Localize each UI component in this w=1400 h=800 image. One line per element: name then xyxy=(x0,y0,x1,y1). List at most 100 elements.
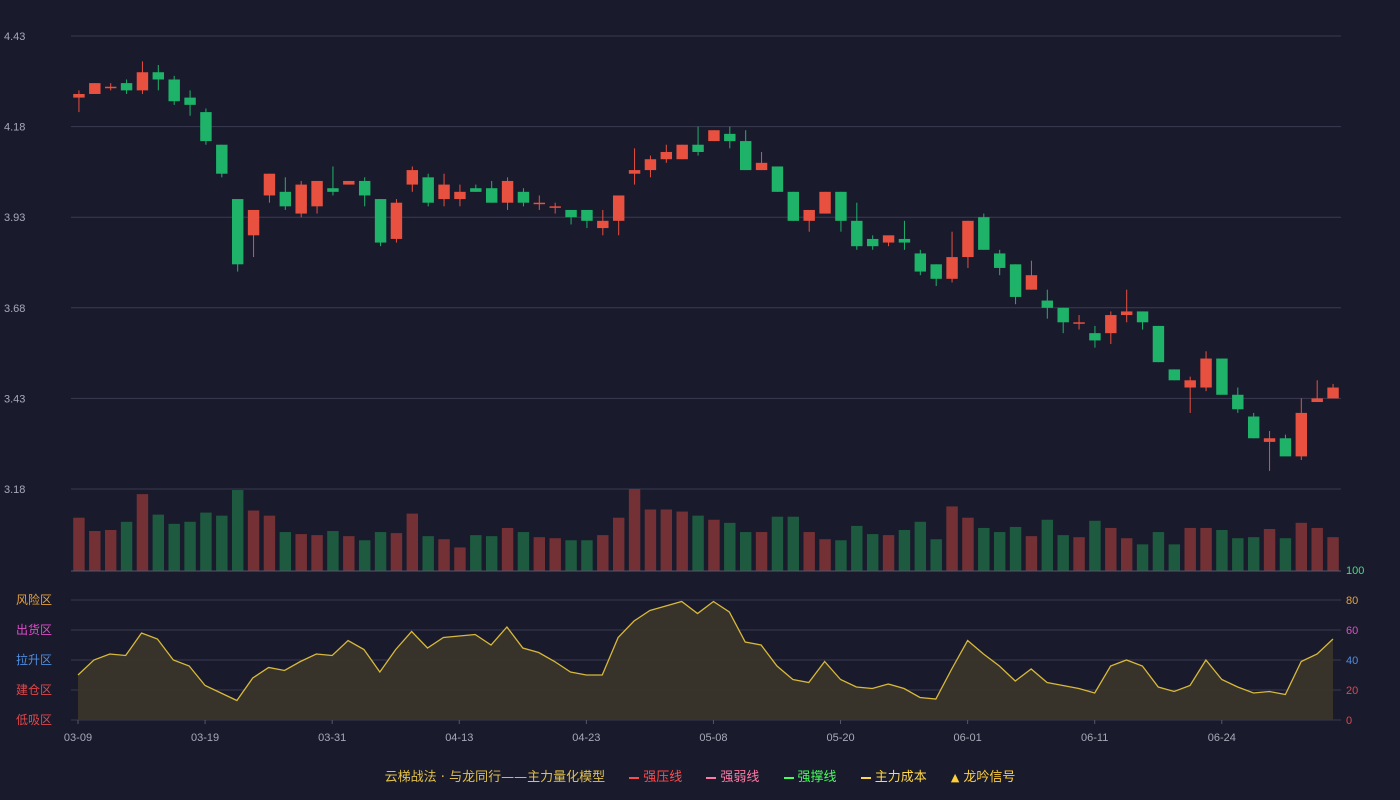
volume-bar xyxy=(581,540,593,571)
candle xyxy=(200,108,212,145)
volume-bar xyxy=(1327,537,1339,571)
volume-bar xyxy=(263,515,276,571)
candle-body xyxy=(866,238,879,247)
legend-item-dragon-signal[interactable]: ▲ 龙吟信号 xyxy=(951,766,1015,785)
red-line-icon xyxy=(629,776,640,779)
legend-item-strong-support[interactable]: 强撑线 xyxy=(783,766,837,785)
candle xyxy=(247,209,260,258)
candle xyxy=(1025,260,1038,290)
volume-bar xyxy=(644,509,657,571)
candle xyxy=(1311,380,1323,403)
candle-body xyxy=(581,209,593,221)
candle xyxy=(676,144,688,160)
candle xyxy=(120,79,133,94)
candle xyxy=(485,180,498,203)
volume-bar xyxy=(803,532,815,571)
candle-body xyxy=(739,141,752,171)
volume-bar xyxy=(676,511,688,571)
candle-body xyxy=(1232,394,1244,410)
candle-body xyxy=(247,209,260,236)
volume-bar xyxy=(1263,528,1276,571)
candle xyxy=(898,220,911,250)
candle-body xyxy=(644,159,657,171)
volume-bar xyxy=(1232,538,1244,571)
indicator-area xyxy=(77,600,1334,720)
candle-body xyxy=(533,202,546,205)
candle-body xyxy=(787,191,800,221)
legend-item-main-cost[interactable]: 主力成本 xyxy=(860,766,927,785)
candle xyxy=(565,209,577,225)
volume-bar xyxy=(946,506,958,571)
candle-body xyxy=(152,72,165,80)
candle xyxy=(835,191,847,232)
triangle-icon: ▲ xyxy=(950,771,960,784)
candle xyxy=(946,231,958,283)
volume-bar xyxy=(120,521,133,571)
candle-body xyxy=(628,170,641,174)
volume-bar xyxy=(628,489,641,571)
candle xyxy=(327,166,339,196)
price-tick-label: 3.68 xyxy=(4,303,25,315)
candle xyxy=(1263,431,1276,471)
volume-bar xyxy=(1025,536,1038,571)
volume-bar xyxy=(231,490,244,571)
volume-bar xyxy=(485,536,498,571)
candle-body xyxy=(343,180,355,185)
candle-body xyxy=(549,206,561,208)
candle xyxy=(104,83,117,91)
volume-bar xyxy=(851,525,863,571)
candle xyxy=(1168,369,1181,381)
indicator-tick-label: 20 xyxy=(1346,685,1358,697)
volume-bar xyxy=(374,532,387,571)
chart-legend: 云梯战法 · 与龙同行——主力量化模型 强压线 强弱线 强撑线 主力成本 ▲ 龙吟… xyxy=(0,766,1400,785)
volume-bar xyxy=(343,536,355,571)
candle xyxy=(1105,311,1117,345)
candle xyxy=(168,75,180,105)
volume-bar xyxy=(136,494,149,571)
candle xyxy=(993,249,1006,276)
candle xyxy=(660,144,673,163)
candle-body xyxy=(882,235,895,243)
candle xyxy=(1057,307,1069,334)
volume-bar xyxy=(1057,535,1069,571)
legend-item-strong-resistance[interactable]: 强压线 xyxy=(629,766,682,785)
volume-bar xyxy=(787,516,800,571)
candle-body xyxy=(279,191,292,207)
candle xyxy=(708,130,720,142)
pink-dash-icon xyxy=(706,776,717,779)
price-tick-label: 3.18 xyxy=(4,484,25,496)
volume-bar xyxy=(73,517,85,571)
volume-bar xyxy=(962,517,974,571)
candle xyxy=(787,191,800,221)
candle xyxy=(1247,412,1260,439)
candle xyxy=(73,90,85,113)
volume-bar xyxy=(1216,530,1228,571)
candle-body xyxy=(1025,275,1038,290)
volume-bar xyxy=(1184,527,1196,571)
legend-label: 强压线 xyxy=(643,770,683,785)
candle-body xyxy=(327,188,339,192)
legend-item-strength-line[interactable]: 强弱线 xyxy=(706,766,759,785)
candle-body xyxy=(517,191,530,203)
candle-body xyxy=(73,93,85,98)
volume-bar xyxy=(724,522,736,571)
date-tick-label: 05-20 xyxy=(826,732,854,744)
volume-bar xyxy=(1041,519,1054,571)
candle xyxy=(438,173,450,207)
volume-bar xyxy=(358,540,371,571)
candle-body xyxy=(200,112,212,142)
candle xyxy=(581,209,593,229)
indicator-tick-label: 100 xyxy=(1346,565,1364,577)
candle-body xyxy=(1152,325,1165,363)
candle-body xyxy=(104,86,117,89)
volume-bar xyxy=(1120,538,1133,571)
candle-body xyxy=(1279,438,1292,457)
candle-body xyxy=(946,257,958,279)
volume-bar xyxy=(1152,532,1165,571)
candle-body xyxy=(231,199,244,265)
candle xyxy=(343,180,355,185)
candle-body xyxy=(1327,387,1339,399)
indicator-fill xyxy=(78,601,1333,720)
candle xyxy=(692,126,704,156)
candle-body xyxy=(295,184,307,214)
